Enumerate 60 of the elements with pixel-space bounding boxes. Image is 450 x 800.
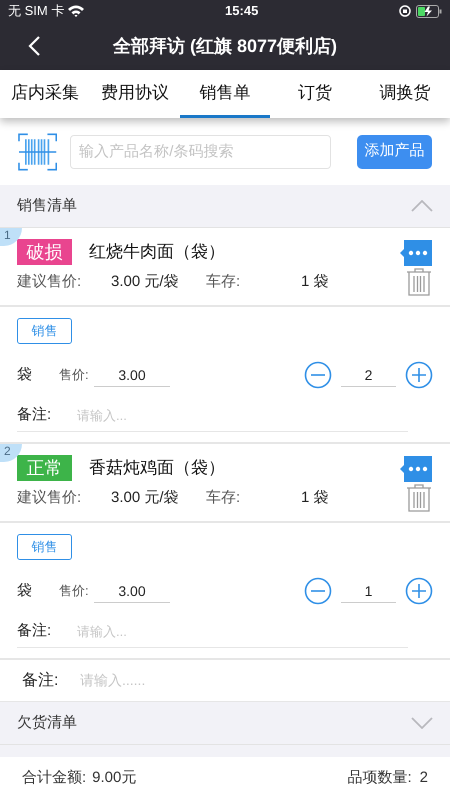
quantity-field[interactable]: 1: [341, 579, 396, 603]
note-label: 备注:: [17, 405, 52, 426]
unit-label: 袋: [17, 580, 33, 601]
quantity-field[interactable]: 2: [341, 363, 396, 387]
section-header[interactable]: 欠货清单: [0, 702, 450, 745]
suggested-price: 3.00 元/袋: [111, 272, 180, 292]
stock-label: 车存:: [206, 272, 242, 292]
rotation-lock-icon: [399, 5, 411, 17]
plus-icon[interactable]: [405, 577, 433, 605]
index-badge: 2: [0, 444, 22, 462]
sale-price-label: 售价:: [59, 366, 90, 384]
note-label: 备注:: [17, 621, 52, 642]
order-note-label: 备注:: [22, 670, 60, 690]
unit-label: 袋: [17, 364, 33, 385]
sale-price-field[interactable]: 3.00: [94, 363, 170, 387]
stock-value: 1 袋: [301, 488, 329, 508]
plus-icon[interactable]: [405, 361, 433, 389]
item-count: 2: [420, 768, 428, 788]
minus-icon[interactable]: [304, 361, 332, 389]
barcode-scan-icon[interactable]: [18, 132, 58, 170]
tab[interactable]: 调换货: [360, 70, 450, 118]
product-name: 香菇炖鸡面（袋）: [89, 457, 225, 480]
note-field[interactable]: 请输入...: [77, 622, 408, 642]
comment-icon[interactable]: [400, 456, 432, 482]
stock-label: 车存:: [206, 488, 242, 508]
wifi-icon: [68, 5, 84, 17]
total-label: 合计金额:: [22, 768, 86, 788]
clock-text: 15:45: [225, 2, 258, 20]
minus-icon[interactable]: [304, 577, 332, 605]
price-label: 建议售价:: [17, 272, 82, 292]
page-title: 全部拜访 (红旗 8077便利店): [112, 34, 338, 58]
sale-price-field[interactable]: 3.00: [94, 579, 170, 603]
order-note-field[interactable]: 请输入......: [80, 670, 428, 691]
status-tag: 破损: [17, 239, 72, 265]
index-badge: 1: [0, 228, 22, 246]
stock-value: 1 袋: [301, 272, 329, 292]
carrier-text: 无 SIM 卡: [8, 2, 64, 20]
note-field[interactable]: 请输入...: [77, 406, 408, 426]
section-title: 欠货清单: [17, 712, 77, 733]
tab[interactable]: 费用协议: [90, 70, 180, 118]
section-title: 销售清单: [17, 196, 77, 216]
sale-price-label: 售价:: [59, 582, 90, 600]
back-icon[interactable]: [28, 36, 40, 56]
tab[interactable]: 订货: [270, 70, 360, 118]
price-label: 建议售价:: [17, 488, 82, 508]
search-field[interactable]: 输入产品名称/条码搜索: [70, 134, 332, 168]
chevron-up-icon[interactable]: [411, 200, 433, 212]
comment-icon[interactable]: [400, 240, 432, 266]
section-header[interactable]: 销售清单: [0, 185, 450, 228]
battery-icon: [416, 4, 442, 18]
status-tag: 正常: [17, 455, 72, 481]
suggested-price: 3.00 元/袋: [111, 488, 180, 508]
trash-icon[interactable]: [406, 484, 432, 512]
tab[interactable]: 销售单: [180, 70, 270, 118]
trash-icon[interactable]: [406, 268, 432, 296]
total-amount: 9.00元: [92, 768, 136, 788]
product-name: 红烧牛肉面（袋）: [89, 241, 225, 264]
chevron-down-icon[interactable]: [411, 717, 433, 729]
item-count-label: 品项数量:: [347, 768, 412, 788]
tab[interactable]: 店内采集: [0, 70, 90, 118]
